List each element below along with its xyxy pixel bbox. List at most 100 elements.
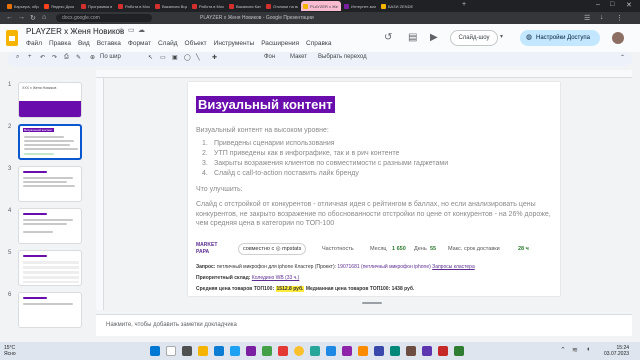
- background-button[interactable]: Фон: [264, 54, 275, 60]
- browser-tab[interactable]: Интернет-маг: [342, 1, 378, 11]
- browser-tab[interactable]: Работа в Моск: [116, 1, 152, 11]
- chevron-up-icon[interactable]: ⌃: [620, 54, 625, 61]
- meet-icon[interactable]: ▶: [430, 32, 438, 43]
- menu-view[interactable]: Вид: [78, 40, 90, 47]
- menu-edit[interactable]: Правка: [49, 40, 71, 47]
- download-icon[interactable]: ↓: [600, 14, 604, 21]
- close-icon[interactable]: ✕: [626, 1, 632, 9]
- share-button[interactable]: ◍ Настройки Доступа: [520, 30, 600, 46]
- home-icon[interactable]: ⌂: [42, 14, 46, 21]
- telegram-icon[interactable]: [230, 346, 240, 356]
- notes-resize-handle[interactable]: [362, 302, 382, 304]
- zoom-icon[interactable]: ⊕: [90, 54, 95, 61]
- print-icon[interactable]: ⎙: [64, 54, 69, 61]
- app-icon[interactable]: [454, 346, 464, 356]
- list-item[interactable]: 1. Приведены сценарии использования: [202, 140, 335, 147]
- slide-thumbnail[interactable]: [18, 250, 82, 286]
- select-tool-icon[interactable]: ↖: [148, 54, 153, 61]
- app-icon[interactable]: [246, 346, 256, 356]
- chevron-down-icon[interactable]: ▾: [500, 33, 503, 40]
- menu-icon[interactable]: ⋮: [616, 14, 623, 22]
- presentation-title[interactable]: PLAYZER x Женя Новиков: [26, 27, 124, 36]
- menu-help[interactable]: Справка: [306, 40, 332, 47]
- query-line[interactable]: Запрос: петличный микрофон для iphone Кл…: [196, 264, 475, 270]
- minimize-icon[interactable]: –: [596, 1, 600, 8]
- extensions-icon[interactable]: ☰: [584, 14, 590, 22]
- move-folder-icon[interactable]: ▭: [128, 26, 135, 34]
- tray-chevron-icon[interactable]: ⌃: [560, 346, 566, 354]
- intro-text[interactable]: Визуальный контент на высоком уровне:: [196, 127, 329, 134]
- app-icon[interactable]: [438, 346, 448, 356]
- slideshow-button[interactable]: Слайд-шоу: [450, 30, 498, 46]
- forward-icon[interactable]: →: [18, 14, 25, 21]
- edge-icon[interactable]: [214, 346, 224, 356]
- explorer-icon[interactable]: [198, 346, 208, 356]
- menu-object[interactable]: Объект: [185, 40, 207, 47]
- history-icon[interactable]: ↺: [384, 32, 392, 43]
- new-tab-icon[interactable]: +: [462, 1, 466, 8]
- zoom-select[interactable]: По шир: [100, 54, 121, 60]
- speaker-notes[interactable]: Нажмите, чтобы добавить заметки докладчи…: [96, 314, 632, 336]
- horizontal-ruler[interactable]: [96, 70, 632, 78]
- app-icon[interactable]: [390, 346, 400, 356]
- improve-heading[interactable]: Что улучшить:: [196, 186, 243, 193]
- browser-tab[interactable]: Работа в Моск: [190, 1, 226, 11]
- menu-extensions[interactable]: Расширения: [261, 40, 299, 47]
- browser-tab[interactable]: Вакансия Вид: [153, 1, 189, 11]
- app-icon[interactable]: [310, 346, 320, 356]
- list-item[interactable]: 4. Слайд с call-to-action поставить лайк …: [202, 170, 359, 177]
- slide-thumbnail[interactable]: XXX x Женя Новиков: [18, 82, 82, 118]
- slide-thumbnail[interactable]: [18, 208, 82, 244]
- wifi-icon[interactable]: ≋: [572, 346, 578, 354]
- undo-icon[interactable]: ↶: [40, 54, 45, 61]
- image-icon[interactable]: ▣: [172, 54, 178, 61]
- weather-widget[interactable]: 15°C Ясно: [4, 345, 16, 357]
- paint-format-icon[interactable]: ✎: [76, 54, 81, 61]
- list-item[interactable]: 3. Закрыты возражения клиентов по совмест…: [202, 160, 448, 167]
- list-item[interactable]: 2. УТП приведены как в инфографике, так и…: [202, 150, 399, 157]
- back-icon[interactable]: ←: [6, 14, 13, 21]
- line-icon[interactable]: ╲: [196, 54, 200, 61]
- browser-tab[interactable]: Программа в: [79, 1, 115, 11]
- new-slide-icon[interactable]: +: [28, 54, 32, 60]
- menu-tools[interactable]: Инструменты: [214, 40, 255, 47]
- app-icon[interactable]: [374, 346, 384, 356]
- browser-tab-active[interactable]: PLAYZER x Же: [301, 1, 341, 11]
- app-icon[interactable]: [358, 346, 368, 356]
- slide[interactable]: Визуальный контент Визуальный контент на…: [188, 82, 560, 296]
- improve-paragraph[interactable]: Слайд с отстройкой от конкурентов - отли…: [196, 200, 556, 229]
- menu-format[interactable]: Формат: [128, 40, 151, 47]
- app-icon[interactable]: [422, 346, 432, 356]
- marketpapa-strip[interactable]: MARKET PAPA совместно с ◎ mpstats Частот…: [196, 242, 552, 258]
- vertical-ruler[interactable]: [96, 78, 104, 310]
- app-icon[interactable]: [342, 346, 352, 356]
- cloud-status-icon[interactable]: ☁: [138, 26, 145, 34]
- menu-file[interactable]: Файл: [26, 40, 42, 47]
- avatar[interactable]: [612, 32, 624, 44]
- textbox-icon[interactable]: ▭: [160, 54, 166, 61]
- clock[interactable]: 15:24 03.07.2023: [604, 345, 629, 357]
- slide-title[interactable]: Визуальный контент: [196, 96, 335, 113]
- browser-tab[interactable]: БАЗИ ZENDEC: [379, 1, 415, 11]
- search-menus-icon[interactable]: ⌕: [16, 54, 19, 61]
- browser-tab[interactable]: Яндекс Диск: [42, 1, 78, 11]
- slide-thumbnail[interactable]: [18, 292, 82, 328]
- slide-thumbnail[interactable]: [18, 166, 82, 202]
- reload-icon[interactable]: ↻: [30, 14, 36, 22]
- transition-button[interactable]: Выбрать переход: [318, 54, 367, 60]
- warehouse-line[interactable]: Приоритетный склад: Коледино WB (33 ч.): [196, 275, 299, 281]
- start-icon[interactable]: [150, 346, 160, 356]
- star-icon[interactable]: ☆: [118, 26, 124, 34]
- shape-icon[interactable]: ◯: [184, 54, 191, 61]
- redo-icon[interactable]: ↷: [52, 54, 57, 61]
- browser-tab[interactable]: Вакансия Кате: [227, 1, 263, 11]
- menu-insert[interactable]: Вставка: [97, 40, 121, 47]
- price-line[interactable]: Средняя цена товаров ТОП100: 1512.8 руб.…: [196, 286, 414, 292]
- volume-icon[interactable]: ◖: [586, 346, 590, 353]
- slide-thumbnail-selected[interactable]: Визуальный контент: [18, 124, 82, 160]
- slides-logo-icon[interactable]: [6, 30, 18, 46]
- comment-icon[interactable]: ✚: [212, 54, 217, 61]
- url-input[interactable]: docs.google.com: [56, 14, 152, 22]
- search-icon[interactable]: [166, 346, 176, 356]
- menu-slide[interactable]: Слайд: [158, 40, 178, 47]
